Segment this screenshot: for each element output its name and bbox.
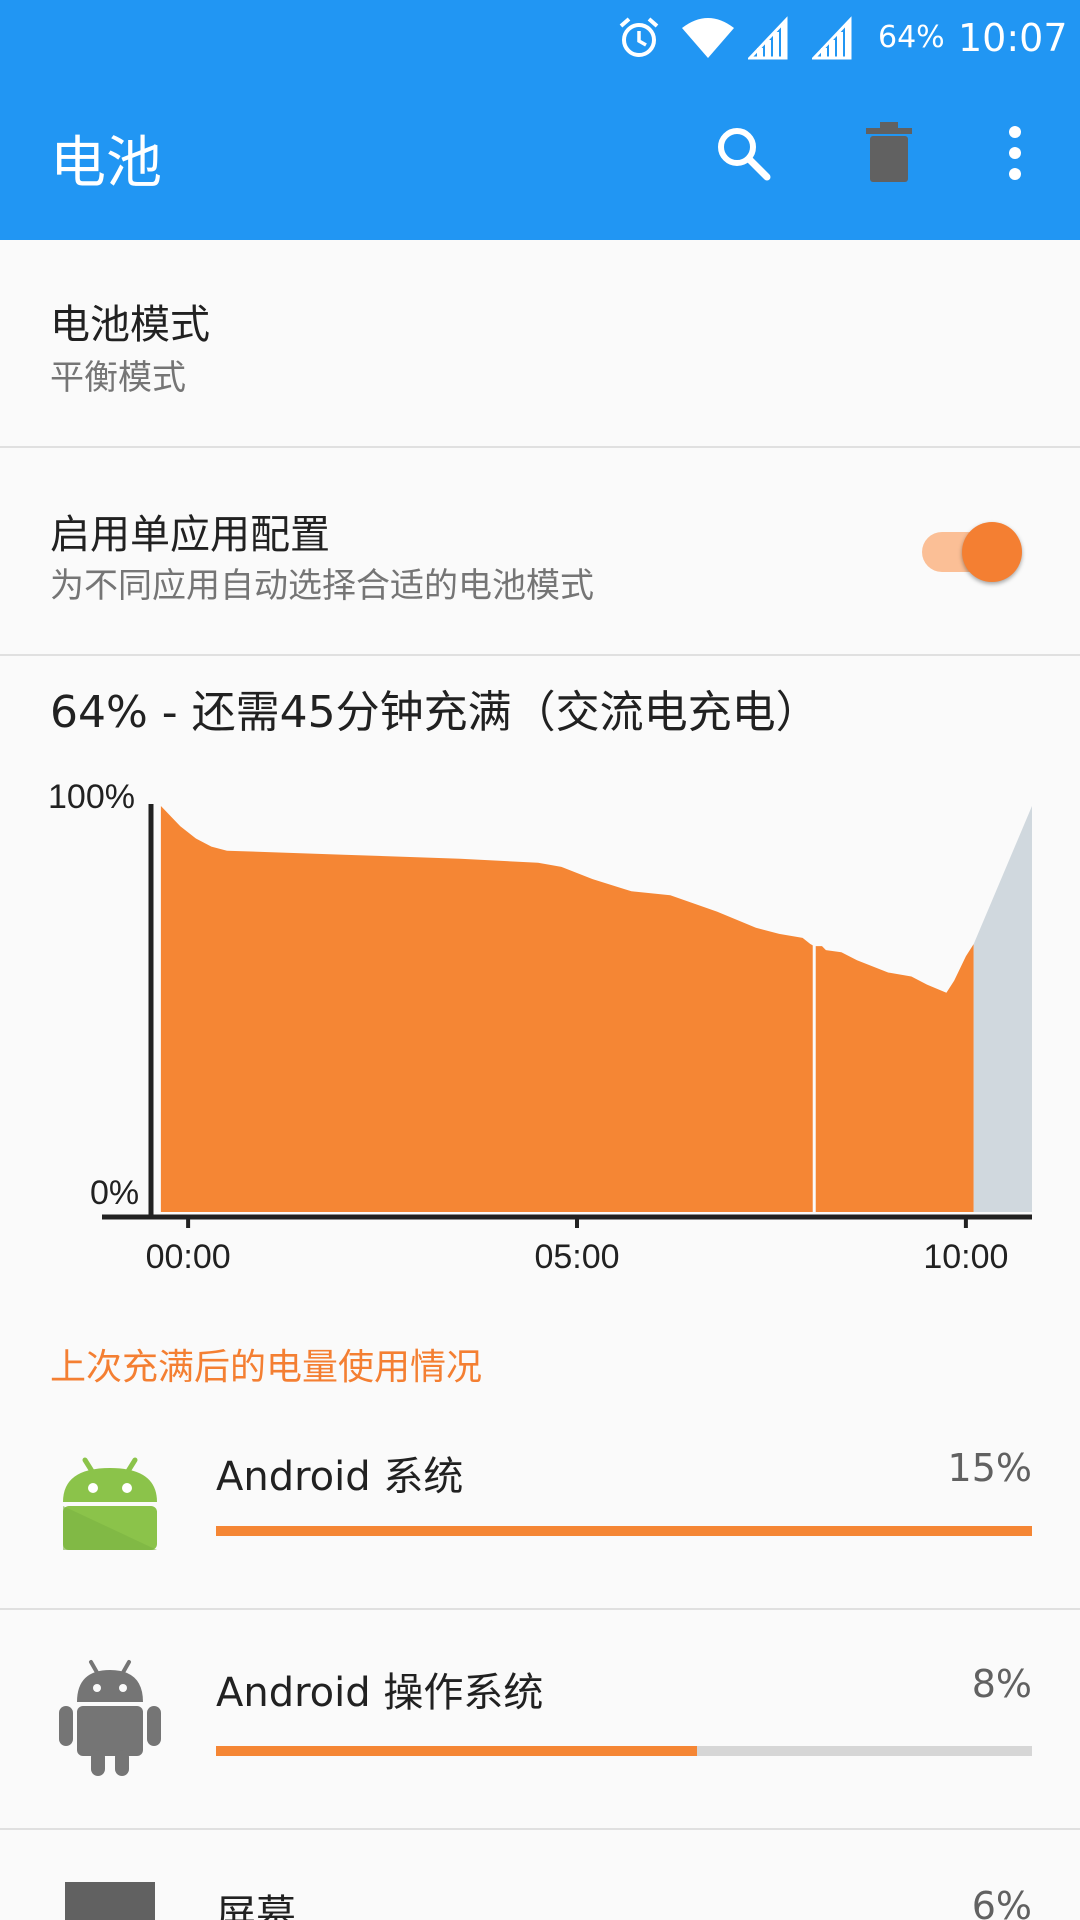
battery-mode-value: 平衡模式 [50, 358, 186, 398]
app-percent: 6% [971, 1884, 1032, 1920]
app-bar: 64% 10:07 电池 [0, 0, 1080, 240]
status-bar: 64% 10:07 [0, 0, 1080, 75]
alarm-icon [615, 0, 663, 75]
y-label-min: 0% [90, 1174, 139, 1212]
app-percent: 15% [947, 1446, 1032, 1490]
page-title: 电池 [50, 131, 162, 196]
more-options-button[interactable] [980, 118, 1050, 188]
charge-status: 64% - 还需45分钟充满（交流电充电） [50, 687, 820, 738]
y-label-max: 100% [48, 778, 135, 816]
x-tick-label: 10:00 [923, 1238, 1008, 1276]
wifi-icon [680, 0, 736, 75]
x-tick-label: 05:00 [534, 1238, 619, 1276]
android-icon [55, 1658, 165, 1776]
signal-icon [812, 0, 852, 75]
per-app-toggle-thumb[interactable] [962, 522, 1022, 582]
battery-level-area [160, 806, 974, 1212]
projected-charge-area [973, 806, 1032, 1212]
battery-history-chart: 100% 0% 00:00 05:00 10:00 [48, 778, 1032, 1276]
per-app-config-row[interactable]: 启用单应用配置 为不同应用自动选择合适的电池模式 [0, 448, 1080, 654]
divider [0, 654, 1080, 656]
app-name: Android 操作系统 [216, 1670, 544, 1716]
screen-icon [55, 1882, 165, 1920]
usage-bar [216, 1526, 1032, 1536]
x-tick-label: 00:00 [146, 1238, 231, 1276]
search-icon [718, 128, 771, 181]
per-app-config-title: 启用单应用配置 [50, 512, 330, 558]
usage-bar [216, 1746, 1032, 1756]
per-app-config-subtitle: 为不同应用自动选择合适的电池模式 [50, 566, 594, 606]
app-usage-row[interactable]: 屏幕 6% [0, 1830, 1080, 1920]
usage-bar-fill [216, 1746, 698, 1756]
clock: 10:07 [958, 15, 1068, 60]
battery-mode-row[interactable]: 电池模式 平衡模式 [0, 240, 1080, 446]
delete-icon [866, 122, 912, 182]
app-name: 屏幕 [216, 1892, 296, 1920]
search-button[interactable] [708, 118, 778, 188]
app-usage-row[interactable]: Android 操作系统 8% [0, 1610, 1080, 1828]
battery-percent: 64% [878, 20, 945, 55]
usage-section-header: 上次充满后的电量使用情况 [50, 1347, 483, 1388]
more-icon [1009, 126, 1021, 180]
delete-button[interactable] [854, 118, 924, 188]
android-icon [55, 1442, 165, 1552]
app-percent: 8% [971, 1662, 1032, 1706]
signal-icon [748, 0, 788, 75]
app-name: Android 系统 [216, 1454, 464, 1500]
app-usage-row[interactable]: Android 系统 15% [0, 1402, 1080, 1608]
battery-mode-title: 电池模式 [50, 302, 210, 348]
usage-bar-fill [216, 1526, 1032, 1536]
